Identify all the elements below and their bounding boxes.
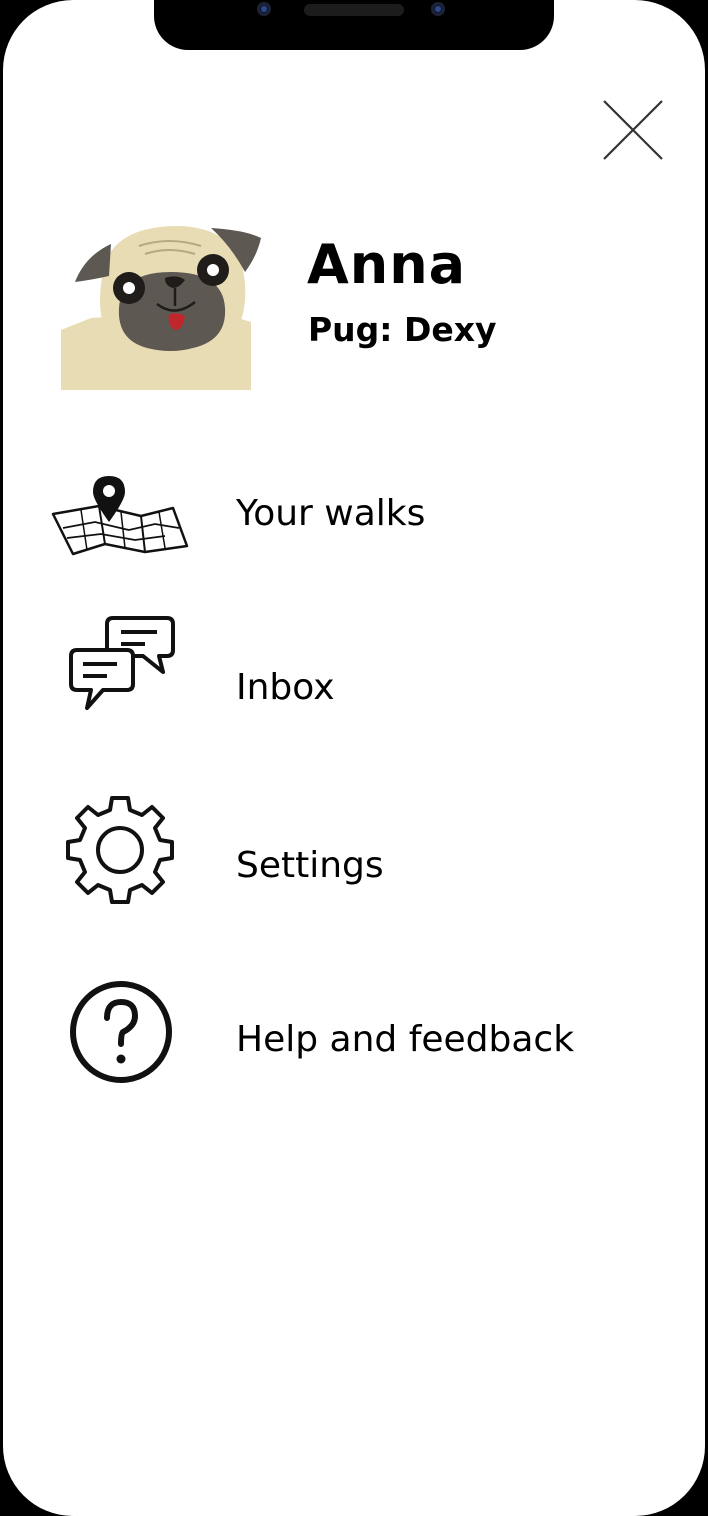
navigation-drawer: Anna Pug: Dexy Your walks Inbox Settings… xyxy=(3,0,705,1516)
front-camera xyxy=(257,2,271,16)
menu-label-settings: Settings xyxy=(236,845,384,886)
chat-bubbles-icon xyxy=(69,616,175,710)
menu-label-your-walks: Your walks xyxy=(236,493,426,534)
menu-label-inbox: Inbox xyxy=(236,667,335,708)
menu-label-help-and-feedback: Help and feedback xyxy=(236,1019,575,1060)
pug-icon xyxy=(61,226,261,390)
profile-pet: Pug: Dexy xyxy=(308,310,497,349)
gear-icon xyxy=(66,796,174,904)
close-icon xyxy=(603,100,663,160)
menu-icon-wrap xyxy=(43,968,203,1098)
front-sensor xyxy=(431,2,445,16)
menu-icon-wrap xyxy=(43,458,203,588)
earpiece-speaker xyxy=(304,4,404,16)
menu-item-help-and-feedback[interactable]: Help and feedback xyxy=(43,968,663,1098)
map-pin-icon xyxy=(51,476,189,556)
menu-item-your-walks[interactable]: Your walks xyxy=(43,458,663,588)
menu-item-inbox[interactable]: Inbox xyxy=(43,610,663,740)
menu-icon-wrap xyxy=(43,610,203,740)
close-button[interactable] xyxy=(601,98,665,162)
profile-avatar xyxy=(61,222,263,390)
menu-item-settings[interactable]: Settings xyxy=(43,790,663,920)
phone-frame: Anna Pug: Dexy Your walks Inbox Settings… xyxy=(0,0,708,1516)
profile-name: Anna xyxy=(307,233,467,296)
menu-icon-wrap xyxy=(43,790,203,920)
question-circle-icon xyxy=(70,981,172,1083)
device-notch xyxy=(154,0,554,50)
